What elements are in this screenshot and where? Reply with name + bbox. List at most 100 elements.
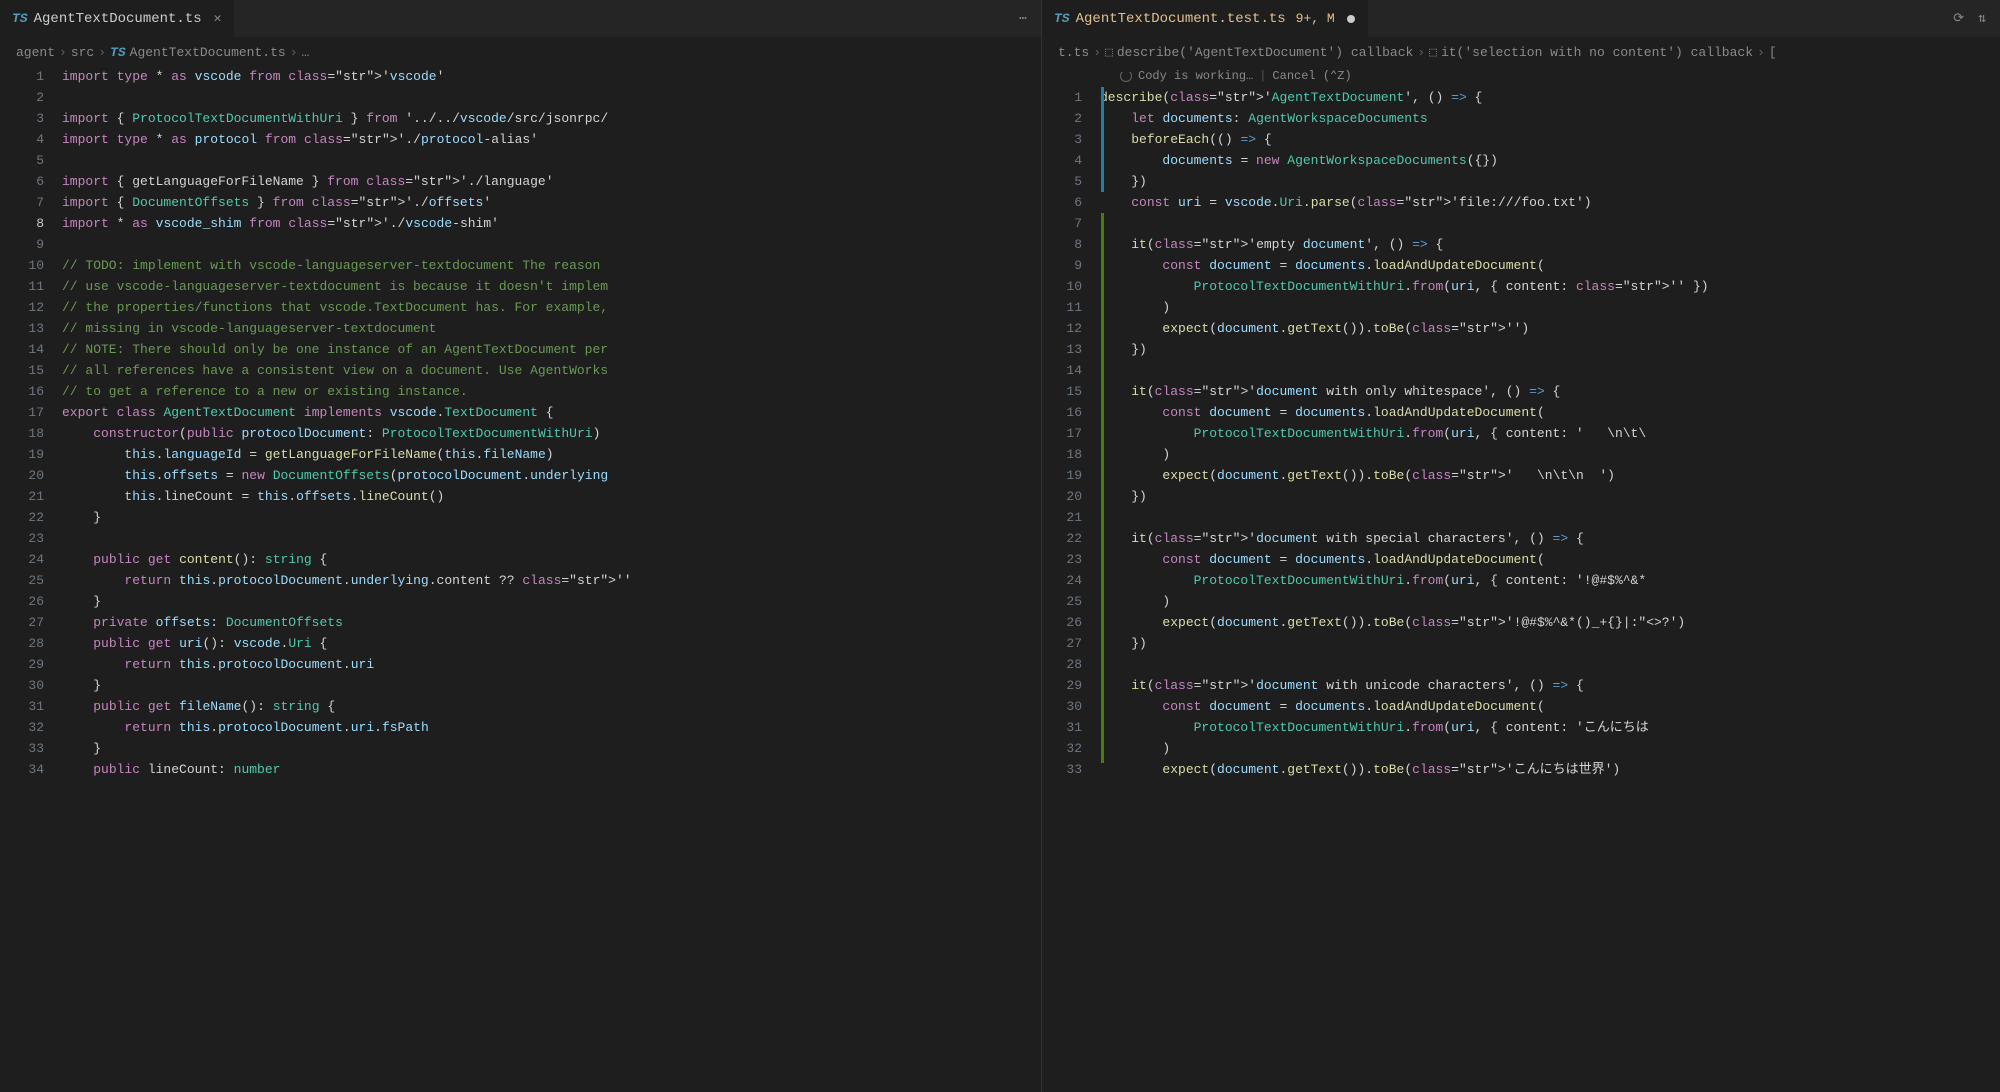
breadcrumb-right[interactable]: t.ts › ⬚ describe('AgentTextDocument') c…: [1042, 38, 2000, 66]
code-line[interactable]: const uri = vscode.Uri.parse(class="str"…: [1100, 192, 1980, 213]
code-line[interactable]: [1100, 654, 1980, 675]
code-line[interactable]: [1100, 360, 1980, 381]
code-line[interactable]: ProtocolTextDocumentWithUri.from(uri, { …: [1100, 717, 1980, 738]
code-line[interactable]: }: [62, 591, 961, 612]
minimap-right[interactable]: [1980, 66, 2000, 1092]
code-line[interactable]: [62, 528, 961, 549]
cody-cancel-button[interactable]: Cancel (⌃Z): [1272, 68, 1351, 83]
unsaved-dot-icon[interactable]: [1347, 15, 1355, 23]
breadcrumb-overflow[interactable]: …: [302, 45, 310, 60]
code-line[interactable]: import type * as vscode from class="str"…: [62, 66, 961, 87]
code-line[interactable]: expect(document.getText()).toBe(class="s…: [1100, 759, 1980, 780]
git-modified-marker: [1101, 87, 1104, 192]
code-line[interactable]: // missing in vscode-languageserver-text…: [62, 318, 961, 339]
breadcrumb-segment[interactable]: src: [71, 45, 94, 60]
code-line[interactable]: ): [1100, 738, 1980, 759]
code-line[interactable]: this.offsets = new DocumentOffsets(proto…: [62, 465, 961, 486]
code-line[interactable]: import type * as protocol from class="st…: [62, 129, 961, 150]
code-line[interactable]: import { DocumentOffsets } from class="s…: [62, 192, 961, 213]
code-line[interactable]: [1100, 507, 1980, 528]
code-line[interactable]: const document = documents.loadAndUpdate…: [1100, 255, 1980, 276]
code-line[interactable]: import { ProtocolTextDocumentWithUri } f…: [62, 108, 961, 129]
cody-working-label: Cody is working…: [1138, 69, 1253, 83]
tab-label: AgentTextDocument.test.ts: [1076, 11, 1286, 27]
code-line[interactable]: import { getLanguageForFileName } from c…: [62, 171, 961, 192]
code-line[interactable]: const document = documents.loadAndUpdate…: [1100, 696, 1980, 717]
code-line[interactable]: ProtocolTextDocumentWithUri.from(uri, { …: [1100, 276, 1980, 297]
typescript-icon: TS: [1054, 11, 1070, 26]
close-icon[interactable]: ✕: [214, 11, 222, 26]
code-line[interactable]: constructor(public protocolDocument: Pro…: [62, 423, 961, 444]
code-line[interactable]: }: [62, 738, 961, 759]
code-line[interactable]: const document = documents.loadAndUpdate…: [1100, 402, 1980, 423]
breadcrumb-segment[interactable]: agent: [16, 45, 55, 60]
code-line[interactable]: it(class="str">'document with special ch…: [1100, 528, 1980, 549]
code-line[interactable]: // the properties/functions that vscode.…: [62, 297, 961, 318]
code-line[interactable]: expect(document.getText()).toBe(class="s…: [1100, 465, 1980, 486]
line-gutter-left: 1234567891011121314151617181920212223242…: [0, 66, 62, 1092]
code-line[interactable]: this.lineCount = this.offsets.lineCount(…: [62, 486, 961, 507]
code-line[interactable]: }): [1100, 486, 1980, 507]
code-right[interactable]: describe(class="str">'AgentTextDocument'…: [1100, 66, 1980, 1092]
breadcrumb-segment[interactable]: AgentTextDocument.ts: [130, 45, 286, 60]
code-line[interactable]: [1100, 213, 1980, 234]
code-line[interactable]: it(class="str">'empty document', () => {: [1100, 234, 1980, 255]
code-line[interactable]: this.languageId = getLanguageForFileName…: [62, 444, 961, 465]
code-line[interactable]: }: [62, 507, 961, 528]
smile-icon[interactable]: ⟳: [1953, 11, 1964, 26]
code-line[interactable]: ): [1100, 444, 1980, 465]
code-line[interactable]: expect(document.getText()).toBe(class="s…: [1100, 612, 1980, 633]
code-line[interactable]: }): [1100, 633, 1980, 654]
code-line[interactable]: public get content(): string {: [62, 549, 961, 570]
code-line[interactable]: // use vscode-languageserver-textdocumen…: [62, 276, 961, 297]
breadcrumb-left[interactable]: agent › src › TS AgentTextDocument.ts › …: [0, 38, 1041, 66]
breadcrumb-segment[interactable]: t.ts: [1058, 45, 1089, 60]
code-line[interactable]: ): [1100, 297, 1980, 318]
editor-left[interactable]: 1234567891011121314151617181920212223242…: [0, 66, 1041, 1092]
chevron-right-icon: ›: [1093, 45, 1101, 60]
breadcrumb-segment[interactable]: describe('AgentTextDocument') callback: [1117, 45, 1413, 60]
minimap-left[interactable]: [961, 66, 1041, 1092]
code-line[interactable]: public get uri(): vscode.Uri {: [62, 633, 961, 654]
code-line[interactable]: }): [1100, 339, 1980, 360]
code-line[interactable]: expect(document.getText()).toBe(class="s…: [1100, 318, 1980, 339]
code-line[interactable]: public get fileName(): string {: [62, 696, 961, 717]
code-line[interactable]: let documents: AgentWorkspaceDocuments: [1100, 108, 1980, 129]
code-left[interactable]: import type * as vscode from class="str"…: [62, 66, 961, 1092]
code-line[interactable]: describe(class="str">'AgentTextDocument'…: [1100, 87, 1980, 108]
tab-actions-left: ⋯: [1019, 11, 1041, 26]
chevron-right-icon: ›: [1757, 45, 1765, 60]
code-line[interactable]: private offsets: DocumentOffsets: [62, 612, 961, 633]
code-line[interactable]: documents = new AgentWorkspaceDocuments(…: [1100, 150, 1980, 171]
diff-icon[interactable]: ⇅: [1978, 11, 1986, 26]
breadcrumb-segment[interactable]: it('selection with no content') callback: [1441, 45, 1753, 60]
code-line[interactable]: ProtocolTextDocumentWithUri.from(uri, { …: [1100, 423, 1980, 444]
code-line[interactable]: public lineCount: number: [62, 759, 961, 780]
code-line[interactable]: const document = documents.loadAndUpdate…: [1100, 549, 1980, 570]
code-line[interactable]: it(class="str">'document with only white…: [1100, 381, 1980, 402]
code-line[interactable]: }: [62, 675, 961, 696]
code-line[interactable]: // NOTE: There should only be one instan…: [62, 339, 961, 360]
code-line[interactable]: }): [1100, 171, 1980, 192]
code-line[interactable]: return this.protocolDocument.underlying.…: [62, 570, 961, 591]
code-line[interactable]: // to get a reference to a new or existi…: [62, 381, 961, 402]
editor-right[interactable]: Cody is working… | Cancel (⌃Z) 123456789…: [1042, 66, 2000, 1092]
code-line[interactable]: it(class="str">'document with unicode ch…: [1100, 675, 1980, 696]
code-line[interactable]: import * as vscode_shim from class="str"…: [62, 213, 961, 234]
code-line[interactable]: [62, 234, 961, 255]
code-line[interactable]: beforeEach(() => {: [1100, 129, 1980, 150]
tab-agenttextdocument-test[interactable]: TS AgentTextDocument.test.ts 9+, M: [1042, 0, 1368, 37]
code-line[interactable]: ProtocolTextDocumentWithUri.from(uri, { …: [1100, 570, 1980, 591]
tab-agenttextdocument[interactable]: TS AgentTextDocument.ts ✕: [0, 0, 234, 37]
code-line[interactable]: // TODO: implement with vscode-languages…: [62, 255, 961, 276]
code-line[interactable]: [62, 87, 961, 108]
more-icon[interactable]: ⋯: [1019, 11, 1027, 26]
code-line[interactable]: [62, 150, 961, 171]
git-badge: 9+, M: [1296, 11, 1335, 26]
code-line[interactable]: return this.protocolDocument.uri: [62, 654, 961, 675]
code-line[interactable]: // all references have a consistent view…: [62, 360, 961, 381]
code-line[interactable]: export class AgentTextDocument implement…: [62, 402, 961, 423]
chevron-right-icon: ›: [98, 45, 106, 60]
code-line[interactable]: return this.protocolDocument.uri.fsPath: [62, 717, 961, 738]
code-line[interactable]: ): [1100, 591, 1980, 612]
